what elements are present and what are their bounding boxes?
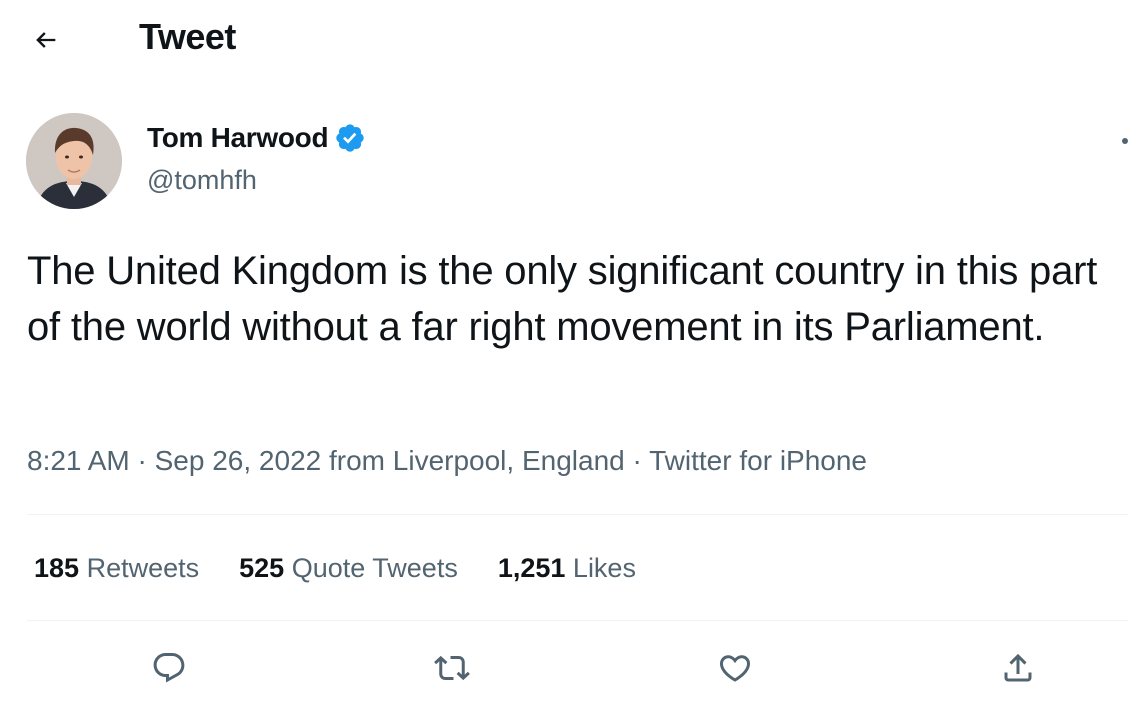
like-icon (719, 655, 751, 682)
retweets-stat[interactable]: 185 Retweets (34, 553, 199, 584)
tweet-time[interactable]: 8:21 AM (27, 445, 130, 476)
reply-icon (153, 653, 185, 683)
tweet-date[interactable]: Sep 26, 2022 (155, 445, 322, 476)
tweet-text: The United Kingdom is the only significa… (27, 249, 1098, 349)
top-bar: Tweet (0, 0, 1128, 78)
avatar-image (26, 113, 122, 209)
page-title: Tweet (139, 16, 236, 57)
tweet-meta: 8:21 AM · Sep 26, 2022 from Liverpool, E… (27, 445, 867, 477)
likes-stat[interactable]: 1,251 Likes (498, 553, 636, 584)
likes-count: 1,251 (497, 553, 566, 583)
author-handle[interactable]: @tomhfh (147, 165, 257, 196)
retweets-count: 185 (34, 553, 80, 583)
share-button[interactable] (994, 644, 1042, 692)
quote-tweets-label: Quote Tweets (291, 553, 458, 583)
quote-tweets-count: 525 (239, 553, 285, 583)
likes-label: Likes (572, 553, 636, 583)
author-name-row: Tom Harwood (147, 122, 366, 154)
more-options-icon[interactable] (1122, 138, 1128, 144)
retweet-icon (434, 655, 470, 681)
retweets-label: Retweets (86, 553, 200, 583)
meta-separator: · (632, 445, 642, 476)
reply-button[interactable] (145, 644, 193, 692)
avatar[interactable] (26, 113, 122, 209)
divider (27, 620, 1128, 621)
meta-separator: · (137, 445, 147, 476)
like-button[interactable] (711, 644, 759, 692)
verified-badge-icon (336, 124, 364, 152)
tweet-location[interactable]: from Liverpool, England (329, 445, 625, 476)
share-icon (1004, 653, 1032, 682)
arrow-left-icon (36, 32, 56, 48)
divider (27, 514, 1128, 515)
quote-tweets-stat[interactable]: 525 Quote Tweets (239, 553, 458, 584)
tweet-source[interactable]: Twitter for iPhone (649, 445, 867, 476)
tweet-stats: 185 Retweets 525 Quote Tweets 1,251 Like… (34, 553, 636, 584)
retweet-button[interactable] (428, 644, 476, 692)
back-button[interactable] (26, 20, 66, 60)
author-name[interactable]: Tom Harwood (147, 122, 329, 154)
